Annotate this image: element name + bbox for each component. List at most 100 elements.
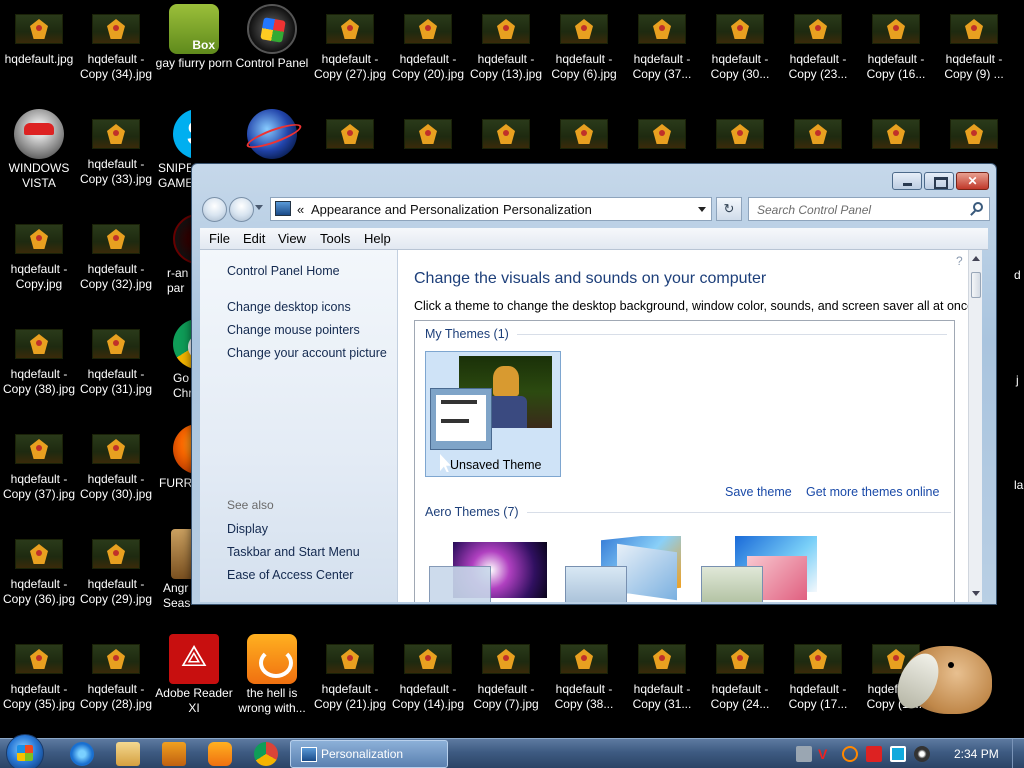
desktop-icon-adobe-reader[interactable]: Adobe Reader XI — [155, 630, 233, 730]
media-player-icon[interactable] — [162, 742, 186, 766]
tray-antivirus-icon[interactable]: V — [818, 746, 834, 762]
desktop-icon-uc-browser[interactable]: the hell is wrong with... — [233, 630, 311, 730]
desktop-icon-jpg[interactable]: hqdefault - Copy (28).jpg — [77, 630, 155, 730]
menu-tools[interactable]: Tools — [320, 231, 350, 246]
tray-app-icon[interactable] — [796, 746, 812, 762]
aero-theme-tile[interactable] — [425, 536, 549, 602]
desktop-icon-jpg[interactable]: hqdefault - Copy (37).jpg — [0, 420, 78, 520]
clock[interactable]: 2:34 PM — [954, 747, 999, 761]
desktop-icon-jpg[interactable] — [701, 105, 779, 163]
desktop-icon-jpg[interactable] — [311, 105, 389, 163]
desktop-icon-jpg[interactable]: hqdefault - Copy (13).jpg — [467, 0, 545, 100]
get-more-themes-link[interactable]: Get more themes online — [806, 485, 939, 499]
refresh-button[interactable]: ↻ — [716, 197, 742, 221]
desktop-icon-jpg[interactable]: hqdefault - Copy (38... — [545, 630, 623, 730]
desktop-icon-jpg[interactable]: hqdefault - Copy (30).jpg — [77, 420, 155, 520]
help-icon[interactable]: ? — [956, 254, 968, 268]
menu-help[interactable]: Help — [364, 231, 391, 246]
desktop-icon-jpg[interactable]: hqdefault - Copy (27).jpg — [311, 0, 389, 100]
desktop-icon-jpg[interactable]: hqdefault - Copy (9) ... — [935, 0, 1013, 100]
desktop-icon-vista[interactable]: WINDOWS VISTA — [0, 105, 78, 205]
tray-network-icon[interactable] — [890, 746, 906, 762]
desktop-icon-jpg[interactable]: hqdefault - Copy (36).jpg — [0, 525, 78, 625]
desktop-icon-jpg[interactable]: hqdefault - Copy (29).jpg — [77, 525, 155, 625]
desktop-icon-jpg[interactable] — [389, 105, 467, 163]
forward-button[interactable] — [229, 197, 254, 222]
windows-explorer-icon[interactable] — [116, 742, 140, 766]
desktop-icon-jpg[interactable]: hqdefault - Copy (30... — [701, 0, 779, 100]
menu-edit[interactable]: Edit — [243, 231, 265, 246]
breadcrumb-appearance[interactable]: Appearance and Personalization — [311, 202, 499, 217]
maximize-button[interactable] — [924, 172, 954, 190]
close-button[interactable] — [956, 172, 989, 190]
menu-view[interactable]: View — [278, 231, 306, 246]
show-desktop-button[interactable] — [1012, 739, 1024, 768]
aero-theme-tile[interactable] — [561, 536, 685, 602]
start-button[interactable] — [6, 734, 44, 768]
desktop-icon-jpg[interactable] — [467, 105, 545, 163]
save-theme-link[interactable]: Save theme — [725, 485, 792, 499]
desktop-icon-jpg[interactable]: hqdefault - Copy (14).jpg — [389, 630, 467, 730]
recent-pages-dropdown[interactable] — [255, 205, 263, 210]
display-link[interactable]: Display — [227, 522, 268, 536]
tray-flag-icon[interactable] — [866, 746, 882, 762]
internet-explorer-icon[interactable] — [70, 742, 94, 766]
change-mouse-pointers-link[interactable]: Change mouse pointers — [227, 323, 360, 337]
aero-theme-tile[interactable] — [697, 536, 821, 602]
desktop-icon-jpg[interactable]: hqdefault - Copy (31).jpg — [77, 315, 155, 415]
scroll-down-icon[interactable] — [972, 591, 980, 596]
desktop-icon-jpg[interactable] — [623, 105, 701, 163]
desktop-icon-jpg[interactable]: hqdefault - Copy (16... — [857, 0, 935, 100]
ease-of-access-link[interactable]: Ease of Access Center — [227, 568, 353, 582]
desktop-icon-jpg[interactable] — [935, 105, 1013, 163]
taskbar-start-menu-link[interactable]: Taskbar and Start Menu — [227, 545, 360, 559]
desktop-icon-jpg[interactable] — [857, 105, 935, 163]
search-icon[interactable] — [973, 202, 983, 212]
address-dropdown-icon[interactable] — [698, 207, 706, 212]
desktop-icon-red[interactable]: r-an par — [155, 210, 191, 310]
tray-volume-icon[interactable] — [914, 746, 930, 762]
control-panel-home-link[interactable]: Control Panel Home — [227, 264, 340, 278]
taskbar-button-personalization[interactable]: Personalization — [290, 740, 448, 768]
breadcrumb-personalization[interactable]: Personalization — [503, 202, 592, 217]
desktop-icon-jpg[interactable]: hqdefault - Copy (38).jpg — [0, 315, 78, 415]
desktop-icon-jpg[interactable]: hqdefault - Copy (6).jpg — [545, 0, 623, 100]
address-bar[interactable]: « Appearance and Personalization › Perso… — [270, 197, 712, 221]
change-account-picture-link[interactable]: Change your account picture — [227, 346, 387, 360]
scroll-thumb[interactable] — [971, 272, 981, 298]
desktop-icon-jpg[interactable]: hqdefault - Copy.jpg — [0, 210, 78, 310]
desktop-icon-control-panel[interactable]: Control Panel — [233, 0, 311, 100]
desktop-icon-jpg[interactable]: hqdefault - Copy (32).jpg — [77, 210, 155, 310]
vertical-scrollbar[interactable] — [968, 250, 982, 602]
back-button[interactable] — [202, 197, 227, 222]
desktop-icon-firefox[interactable]: FURR — [155, 420, 191, 520]
menu-file[interactable]: File — [209, 231, 230, 246]
search-input[interactable]: Search Control Panel — [748, 197, 990, 221]
desktop-icon-jpg[interactable]: hqdefault.jpg — [0, 0, 78, 100]
desktop-icon-jpg[interactable]: hqdefault - Copy (20).jpg — [389, 0, 467, 100]
address-overflow-chevron[interactable]: « — [297, 202, 304, 217]
desktop-icon-jpg[interactable] — [779, 105, 857, 163]
desktop-icon-jpg[interactable]: hqdefault - Copy (7).jpg — [467, 630, 545, 730]
change-desktop-icons-link[interactable]: Change desktop icons — [227, 300, 351, 314]
desktop-icon-globe[interactable] — [233, 105, 311, 163]
chrome-icon[interactable] — [254, 742, 278, 766]
uc-browser-icon[interactable] — [208, 742, 232, 766]
desktop-icon-jpg[interactable]: hqdefault - Copy (37... — [623, 0, 701, 100]
tray-search-icon[interactable] — [842, 746, 858, 762]
minimize-button[interactable] — [892, 172, 922, 190]
desktop-icon-jpg[interactable]: hqdefault - Copy (34).jpg — [77, 0, 155, 100]
hamster-desktop-pet[interactable] — [889, 632, 1000, 718]
scroll-up-icon[interactable] — [972, 256, 980, 261]
desktop-icon-chrome[interactable]: Go Chr — [155, 315, 191, 415]
desktop-icon-jpg[interactable]: hqdefault - Copy (35).jpg — [0, 630, 78, 730]
desktop-icon-jpg[interactable] — [545, 105, 623, 163]
desktop-icon-jpg[interactable]: hqdefault - Copy (31... — [623, 630, 701, 730]
desktop-icon-jpg[interactable]: hqdefault - Copy (17... — [779, 630, 857, 730]
desktop-icon-box[interactable]: Box gay fiurry porn — [155, 0, 233, 100]
desktop-icon-skype[interactable]: SSNIPE GAME — [155, 105, 191, 205]
breadcrumb-separator[interactable]: › — [488, 202, 492, 217]
desktop-icon-jpg[interactable]: hqdefault - Copy (24... — [701, 630, 779, 730]
desktop-icon-angry-birds[interactable]: Angr Seaso — [155, 525, 191, 625]
theme-tile-unsaved[interactable]: Unsaved Theme — [425, 351, 561, 477]
